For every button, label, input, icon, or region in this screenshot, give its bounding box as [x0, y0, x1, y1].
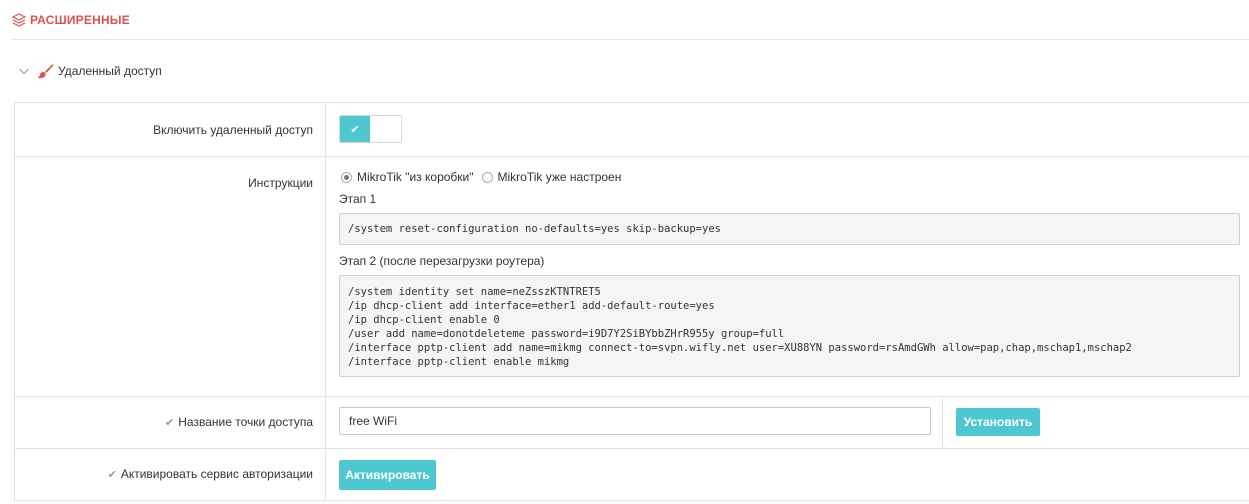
radio-label[interactable]: MikroTik уже настроен [498, 170, 622, 184]
paintbrush-icon [36, 63, 54, 79]
settings-panel: Включить удаленный доступ ✔ Инструкции M… [14, 102, 1249, 502]
row-auth: ✔ Активировать сервис авторизации Активир… [15, 449, 1249, 501]
page-header: РАСШИРЕННЫЕ [12, 0, 1249, 40]
row-label: ✔ Активировать сервис авторизации [15, 449, 326, 500]
section-header-remote-access[interactable]: Удаленный доступ [12, 56, 1249, 86]
activate-button[interactable]: Активировать [339, 460, 436, 490]
radio-selected-dot [344, 174, 349, 180]
radio-already-configured[interactable] [481, 171, 493, 183]
row-label: Инструкции [15, 157, 326, 396]
stage2-code[interactable]: /system identity set name=neZsszKTNTRET5… [339, 275, 1240, 377]
stage2-title: Этап 2 (после перезагрузки роутера) [339, 254, 545, 268]
row-ssid: ✔Название точки доступа Установить [15, 397, 1249, 449]
divider [942, 397, 943, 448]
radio-label[interactable]: MikroTik "из коробки" [357, 170, 474, 184]
row-remote-access: Включить удаленный доступ ✔ [15, 103, 1249, 157]
check-icon: ✔ [165, 417, 175, 429]
radio-out-of-box[interactable] [341, 171, 352, 183]
remote-access-toggle[interactable]: ✔ [339, 115, 402, 143]
row-instructions: Инструкции MikroTik "из коробки" MikroTi… [15, 157, 1249, 397]
stage1-title: Этап 1 [339, 192, 377, 206]
stage1-code[interactable]: /system reset-configuration no-defaults=… [339, 213, 1240, 245]
set-ssid-button[interactable]: Установить [956, 408, 1040, 436]
chevron-down-icon[interactable] [18, 65, 30, 77]
check-icon: ✔ [340, 116, 370, 142]
row-label: Включить удаленный доступ [15, 103, 326, 156]
instructions-radio-group: MikroTik "из коробки" MikroTik уже настр… [341, 170, 629, 184]
section-title: Удаленный доступ [58, 64, 162, 78]
ssid-label: Название точки доступа [178, 415, 313, 429]
layers-icon [12, 12, 26, 27]
ssid-input[interactable] [339, 407, 931, 435]
check-icon: ✔ [107, 469, 117, 481]
page-title: РАСШИРЕННЫЕ [30, 12, 130, 27]
auth-label: Активировать сервис авторизации [120, 467, 313, 481]
row-label: ✔ Название точки доступа [15, 397, 326, 448]
